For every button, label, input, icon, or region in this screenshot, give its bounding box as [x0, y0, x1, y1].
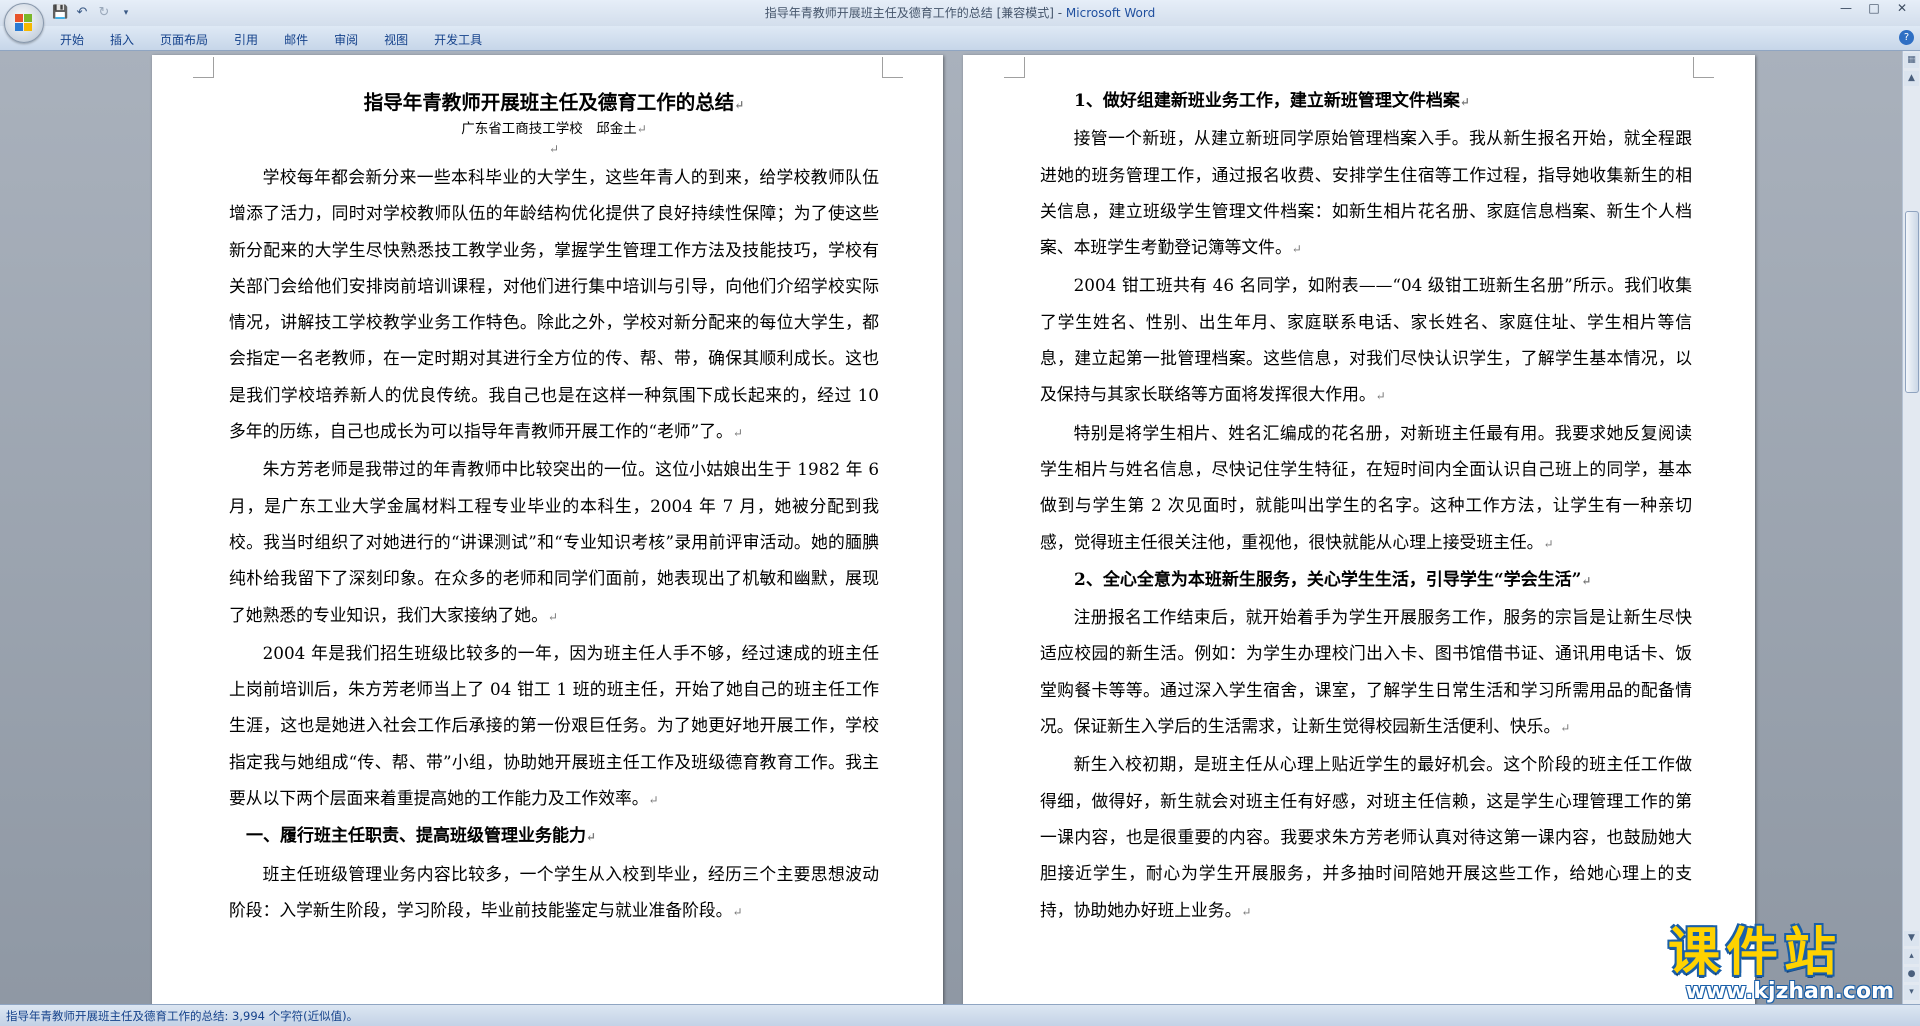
scroll-thumb[interactable]: [1905, 211, 1919, 393]
scroll-down-icon[interactable]: ▼: [1904, 931, 1919, 946]
status-bar: 指导年青教师开展班主任及德育工作的总结: 3,994 个字符(近似值)。: [0, 1004, 1920, 1026]
vertical-scrollbar[interactable]: ▦ ▲ ▼ ▴ ● ▾: [1902, 51, 1920, 1004]
document-workspace: 指导年青教师开展班主任及德育工作的总结↵ 广东省工商技工学校 邱金土↵ ↵ 学校…: [0, 51, 1903, 1004]
section-heading: 2、全心全意为本班新生服务，关心学生生活，引导学生“学会生活”↵: [1074, 569, 1592, 590]
title-bar: 💾 ↶ ↻ ▾ 指导年青教师开展班主任及德育工作的总结 [兼容模式] - Mic…: [0, 0, 1920, 43]
status-word-count[interactable]: 指导年青教师开展班主任及德育工作的总结: 3,994 个字符(近似值)。: [6, 1008, 358, 1024]
page-left-body: 指导年青教师开展班主任及德育工作的总结↵ 广东省工商技工学校 邱金土↵ ↵ 学校…: [229, 83, 879, 930]
maximize-button[interactable]: □: [1860, 0, 1888, 18]
office-logo-icon: [15, 14, 33, 32]
watermark-main-text: 课件站: [1668, 923, 1843, 983]
body-paragraph: 注册报名工作结束后，就开始着手为学生开展服务工作，服务的宗旨是让新生尽快适应校园…: [1040, 607, 1692, 737]
body-paragraph: 接管一个新班，从建立新班同学原始管理档案入手。我从新生报名开始，就全程跟进她的班…: [1040, 128, 1692, 258]
page-right-body: 1、做好组建新班业务工作，建立新班管理文件档案↵ 接管一个新班，从建立新班同学原始…: [1040, 83, 1692, 930]
tab-references[interactable]: 引用: [222, 29, 272, 49]
window-controls: — □ ✕: [1832, 0, 1916, 18]
office-button[interactable]: [4, 3, 44, 43]
crop-mark-top-left: [193, 57, 214, 78]
crop-mark-top-right: [1693, 57, 1714, 78]
close-button[interactable]: ✕: [1888, 0, 1916, 18]
tab-view[interactable]: 视图: [372, 29, 422, 49]
app-name: Microsoft Word: [1065, 6, 1156, 20]
crop-mark-top-left: [1004, 57, 1025, 78]
body-paragraph: 班主任班级管理业务内容比较多，一个学生从入校到毕业，经历三个主要思想波动阶段：入…: [229, 863, 879, 920]
tab-review[interactable]: 审阅: [322, 29, 372, 49]
tab-insert[interactable]: 插入: [98, 29, 148, 49]
document-subtitle: 广东省工商技工学校 邱金土↵: [461, 121, 647, 137]
document-page-right[interactable]: 1、做好组建新班业务工作，建立新班管理文件档案↵ 接管一个新班，从建立新班同学原始…: [963, 55, 1755, 1004]
tab-home[interactable]: 开始: [48, 29, 98, 49]
document-page-left[interactable]: 指导年青教师开展班主任及德育工作的总结↵ 广东省工商技工学校 邱金土↵ ↵ 学校…: [152, 55, 943, 1004]
scroll-up-icon[interactable]: ▲: [1904, 71, 1919, 86]
next-page-icon[interactable]: ▾: [1904, 985, 1919, 1000]
body-paragraph: 学校每年都会新分来一些本科毕业的大学生，这些年青人的到来，给学校教师队伍增添了活…: [229, 167, 879, 442]
crop-mark-top-right: [882, 57, 903, 78]
previous-page-icon[interactable]: ▴: [1904, 949, 1919, 964]
body-paragraph: 朱方芳老师是我带过的年青教师中比较突出的一位。这位小姑娘出生于 1982 年 6…: [229, 459, 879, 625]
browse-object-icon[interactable]: ●: [1904, 967, 1919, 982]
section-heading: 一、履行班主任职责、提高班级管理业务能力↵: [246, 826, 597, 847]
right-paragraphs: 1、做好组建新班业务工作，建立新班管理文件档案↵ 接管一个新班，从建立新班同学原始…: [1040, 83, 1692, 930]
body-paragraph: 2004 年是我们招生班级比较多的一年，因为班主任人手不够，经过速成的班主任上岗…: [229, 642, 879, 809]
watermark-logo: 课件站 www.kjzhan.com: [1668, 925, 1900, 1003]
tab-page-layout[interactable]: 页面布局: [148, 29, 222, 49]
left-paragraphs: 学校每年都会新分来一些本科毕业的大学生，这些年青人的到来，给学校教师队伍增添了活…: [229, 159, 879, 930]
ruler-toggle-icon[interactable]: ▦: [1904, 53, 1919, 68]
window-title: 指导年青教师开展班主任及德育工作的总结 [兼容模式] - Microsoft W…: [764, 6, 1156, 20]
body-paragraph: 2004 钳工班共有 46 名同学，如附表——“04 级钳工班新生名册”所示。我…: [1040, 275, 1692, 405]
minimize-button[interactable]: —: [1832, 0, 1860, 18]
watermark-url: www.kjzhan.com: [1685, 979, 1894, 1004]
body-paragraph: 特别是将学生相片、姓名汇编成的花名册，对新班主任最有用。我要求她反复阅读学生相片…: [1040, 422, 1692, 552]
document-title: 指导年青教师开展班主任及德育工作的总结↵: [363, 91, 745, 114]
ribbon-tab-bar: 开始 插入 页面布局 引用 邮件 审阅 视图 开发工具 ?: [0, 26, 1920, 51]
empty-paragraph: ↵: [548, 142, 560, 156]
section-heading: 1、做好组建新班业务工作，建立新班管理文件档案↵: [1074, 91, 1470, 111]
tab-mailings[interactable]: 邮件: [272, 29, 322, 49]
help-icon[interactable]: ?: [1899, 30, 1914, 45]
tab-developer[interactable]: 开发工具: [422, 29, 496, 49]
body-paragraph: 新生入校初期，是班主任从心理上贴近学生的最好机会。这个阶段的班主任工作做得细，做…: [1040, 754, 1692, 920]
